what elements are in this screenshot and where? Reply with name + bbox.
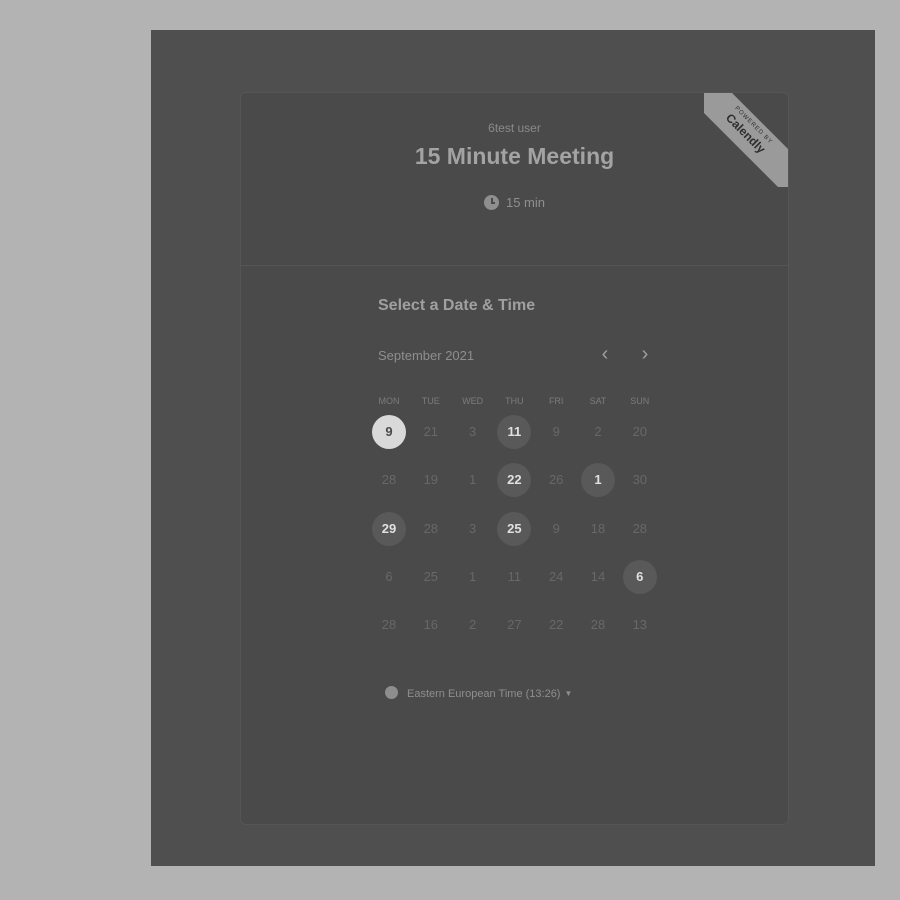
calendar-day: 14 [590,568,606,584]
event-duration: 15 min [241,195,788,210]
calendar-day: 19 [423,472,439,488]
event-owner: 6test user [488,121,541,135]
calendar-day: 2 [468,617,477,633]
weekday-label: SAT [589,396,607,406]
globe-icon [385,686,398,699]
calendar-day-available[interactable]: 6 [622,559,657,594]
calendar-day: 21 [423,424,439,439]
calendar-day-available[interactable]: 29 [372,511,406,546]
calendar-day: 3 [468,520,477,536]
calendar-day: 9 [552,424,560,439]
calendar-day-available[interactable]: 9 [372,415,406,449]
calendar-day: 28 [423,520,439,536]
calendar-day: 24 [548,568,564,584]
calendar-day: 28 [590,617,606,633]
weekday-label: TUE [421,396,440,406]
calendar-day: 1 [468,472,477,488]
calendar-day-available[interactable]: 1 [581,463,615,498]
weekday-label: THU [505,396,524,406]
month-label: September 2021 [378,348,475,363]
calendar-day: 1 [468,568,477,584]
next-month-button[interactable]: › [631,341,659,369]
modal-overlay: POWERED BY Calendly 6test user 15 Minute… [151,30,875,866]
calendar-day-available[interactable]: 25 [497,511,532,546]
calendar-day: 2 [594,424,602,439]
weekday-label: MON [378,396,400,406]
chevron-right-icon: › [641,343,649,365]
calendar-day: 11 [507,568,522,584]
event-title: 15 Minute Meeting [414,143,615,169]
calendar-day: 18 [590,520,606,536]
timezone-selector[interactable]: Eastern European Time (13:26) ▼ [385,686,572,700]
calendar-day-available[interactable]: 11 [497,415,532,449]
weekday-label: WED [462,396,484,406]
calendar-day: 16 [423,617,439,633]
calendar-day: 3 [468,424,477,439]
calendar-day: 28 [381,617,397,633]
duration-label: 15 min [505,195,546,210]
calendar-day: 13 [632,617,648,633]
calendar-day: 28 [381,472,397,488]
calendar-day: 28 [632,520,648,536]
calendar-day-available[interactable]: 22 [497,463,532,498]
prev-month-button[interactable]: ‹ [591,341,619,369]
section-title: Select a Date & Time [378,297,536,314]
calendar-day: 30 [632,472,648,488]
scheduling-card: POWERED BY Calendly 6test user 15 Minute… [240,92,789,825]
calendar-day: 27 [507,617,522,633]
calendar-day: 26 [548,472,564,488]
calendar-day: 9 [552,520,560,536]
caret-down-icon: ▼ [564,689,573,698]
weekday-label: SUN [630,396,650,406]
timezone-label: Eastern European Time (13:26) [407,688,561,700]
clock-icon [483,195,499,210]
calendar-day: 20 [632,424,648,439]
calendar-day: 6 [385,568,393,584]
calendar-day: 22 [548,617,564,633]
divider [241,265,788,266]
chevron-left-icon: ‹ [601,343,609,365]
calendar-day: 25 [423,568,439,584]
weekday-label: FRI [548,396,564,406]
event-header: 6test user 15 Minute Meeting 15 min [241,93,788,265]
